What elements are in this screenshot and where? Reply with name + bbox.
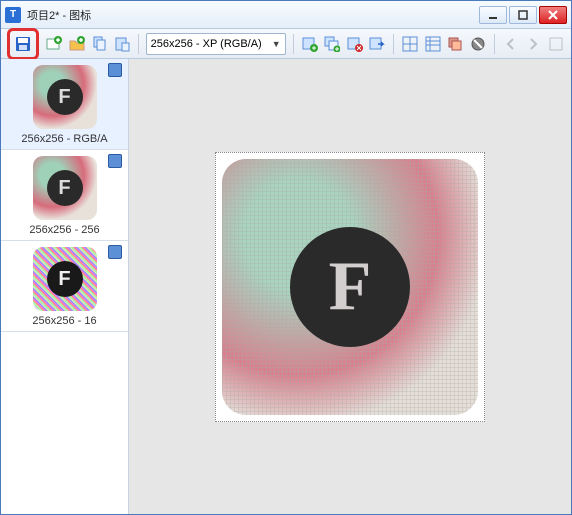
- window-title: 项目2* - 图标: [27, 7, 479, 23]
- format-sidebar: F 256x256 - RGB/A F 256x256 - 256 F 256x…: [1, 59, 129, 514]
- grid-view-button[interactable]: [401, 33, 419, 55]
- save-button[interactable]: [12, 33, 34, 55]
- letter-f-icon: F: [47, 261, 83, 297]
- format-badge-icon: [108, 63, 122, 77]
- list-view-button[interactable]: [424, 33, 442, 55]
- duplicate-frame-button[interactable]: [323, 33, 341, 55]
- filter-button[interactable]: [468, 33, 486, 55]
- separator: [393, 34, 394, 54]
- minimize-button[interactable]: [479, 6, 507, 24]
- list-icon: [425, 36, 441, 52]
- format-badge-icon: [108, 245, 122, 259]
- frame-export-icon: [369, 36, 385, 52]
- folder-plus-icon: [69, 36, 85, 52]
- app-window: T 项目2* - 图标 256x256 - XP (RGB/A) ▼: [0, 0, 572, 515]
- grid-icon: [402, 36, 418, 52]
- layers-button[interactable]: [446, 33, 464, 55]
- titlebar: T 项目2* - 图标: [1, 1, 571, 29]
- filter-icon: [470, 36, 486, 52]
- app-icon: T: [5, 7, 21, 23]
- chevron-down-icon: ▼: [272, 39, 281, 49]
- canvas-area: F: [129, 59, 571, 514]
- canvas-image: F: [222, 159, 478, 415]
- layers-icon: [447, 36, 463, 52]
- toolbar: 256x256 - XP (RGB/A) ▼: [1, 29, 571, 59]
- letter-f-icon: F: [47, 79, 83, 115]
- options-icon: [548, 36, 564, 52]
- paste-icon: [114, 36, 130, 52]
- paste-button[interactable]: [112, 33, 130, 55]
- thumbnail-preview: F: [33, 156, 97, 220]
- separator: [293, 34, 294, 54]
- save-highlight: [7, 28, 39, 60]
- next-button[interactable]: [524, 33, 542, 55]
- close-button[interactable]: [539, 6, 567, 24]
- next-icon: [525, 36, 541, 52]
- add-image-icon: [46, 36, 62, 52]
- window-controls: [479, 6, 567, 24]
- frame-delete-icon: [347, 36, 363, 52]
- copy-icon: [91, 36, 107, 52]
- frames-plus-icon: [324, 36, 340, 52]
- copy-button[interactable]: [90, 33, 108, 55]
- export-frame-button[interactable]: [368, 33, 386, 55]
- thumbnail-preview: F: [33, 65, 97, 129]
- content-area: F 256x256 - RGB/A F 256x256 - 256 F 256x…: [1, 59, 571, 514]
- letter-f-icon: F: [290, 227, 410, 347]
- add-image-button[interactable]: [45, 33, 63, 55]
- thumbnail-preview: F: [33, 247, 97, 311]
- thumbnail-item[interactable]: F 256x256 - 256: [1, 150, 128, 241]
- thumbnail-item[interactable]: F 256x256 - 16: [1, 241, 128, 332]
- frame-plus-icon: [302, 36, 318, 52]
- prev-icon: [503, 36, 519, 52]
- thumbnail-label: 256x256 - RGB/A: [5, 133, 124, 145]
- separator: [494, 34, 495, 54]
- thumbnail-item[interactable]: F 256x256 - RGB/A: [1, 59, 128, 150]
- format-badge-icon: [108, 154, 122, 168]
- options-button[interactable]: [547, 33, 565, 55]
- letter-f-icon: F: [47, 170, 83, 206]
- new-frame-button[interactable]: [300, 33, 318, 55]
- prev-button[interactable]: [502, 33, 520, 55]
- save-icon: [15, 36, 31, 52]
- format-combo-label: 256x256 - XP (RGB/A): [151, 38, 262, 50]
- delete-frame-button[interactable]: [345, 33, 363, 55]
- format-combo[interactable]: 256x256 - XP (RGB/A) ▼: [146, 33, 286, 55]
- thumbnail-label: 256x256 - 256: [5, 224, 124, 236]
- add-folder-button[interactable]: [67, 33, 85, 55]
- canvas-frame[interactable]: F: [215, 152, 485, 422]
- separator: [138, 34, 139, 54]
- thumbnail-label: 256x256 - 16: [5, 315, 124, 327]
- maximize-button[interactable]: [509, 6, 537, 24]
